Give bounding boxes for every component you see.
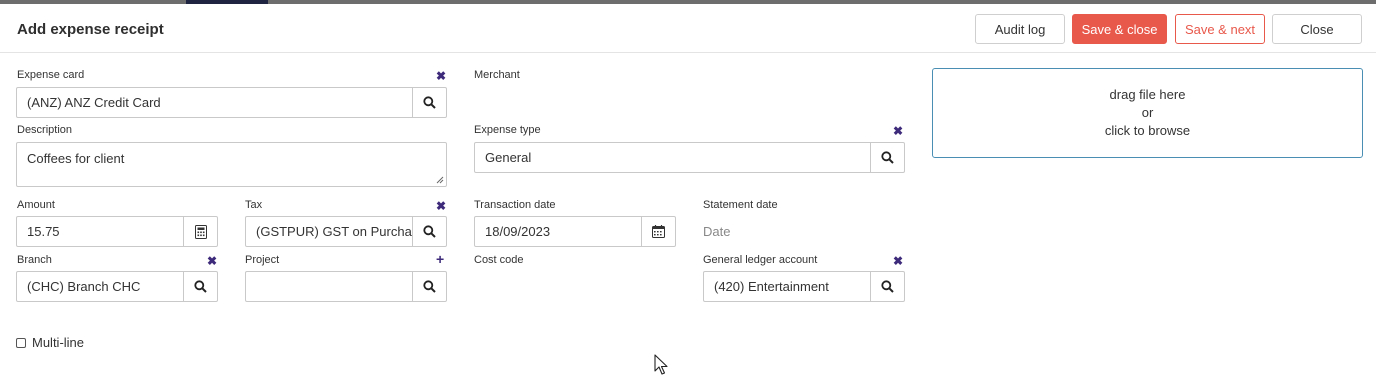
multi-line-label: Multi-line bbox=[32, 335, 85, 350]
expense-card-search-button[interactable] bbox=[412, 88, 446, 117]
mouse-pointer-icon bbox=[654, 354, 668, 375]
clear-gl-account-icon[interactable]: ✖ bbox=[893, 254, 903, 268]
expense-type-label: Expense type bbox=[474, 124, 541, 136]
expense-type-field[interactable]: General bbox=[474, 142, 905, 173]
audit-log-button[interactable]: Audit log bbox=[975, 14, 1065, 44]
description-label: Description bbox=[17, 124, 73, 136]
branch-search-button[interactable] bbox=[183, 272, 217, 301]
branch-value: (CHC) Branch CHC bbox=[27, 279, 141, 294]
gl-account-label: General ledger account bbox=[703, 254, 818, 266]
dropzone-line-2: or bbox=[1141, 105, 1154, 120]
tax-field[interactable]: (GSTPUR) GST on Purcha bbox=[245, 216, 447, 247]
expense-type-value: General bbox=[485, 150, 532, 165]
dropzone-line-3: click to browse bbox=[1104, 123, 1191, 138]
transaction-date-label: Transaction date bbox=[474, 199, 556, 211]
amount-label: Amount bbox=[17, 199, 55, 211]
search-icon bbox=[194, 280, 207, 293]
clear-branch-icon[interactable]: ✖ bbox=[207, 254, 217, 268]
branch-label: Branch bbox=[17, 254, 52, 266]
multi-line-option[interactable]: Multi-line bbox=[16, 335, 84, 350]
close-button[interactable]: Close bbox=[1272, 14, 1362, 44]
project-value bbox=[246, 272, 412, 301]
search-icon bbox=[423, 96, 436, 109]
save-close-button[interactable]: Save & close bbox=[1072, 14, 1167, 44]
expense-card-label: Expense card bbox=[17, 69, 85, 81]
cost-code-label: Cost code bbox=[474, 254, 524, 266]
project-search-button[interactable] bbox=[412, 272, 446, 301]
save-next-button[interactable]: Save & next bbox=[1175, 14, 1265, 44]
statement-date-label: Statement date bbox=[703, 199, 778, 211]
expense-card-value: (ANZ) ANZ Credit Card bbox=[27, 95, 161, 110]
search-icon bbox=[423, 280, 436, 293]
description-value: Coffees for client bbox=[27, 151, 125, 166]
dialog-title: Add expense receipt bbox=[17, 21, 164, 38]
expense-card-field[interactable]: (ANZ) ANZ Credit Card bbox=[16, 87, 447, 118]
calculator-icon bbox=[194, 224, 207, 239]
tax-value: (GSTPUR) GST on Purcha bbox=[256, 224, 412, 239]
project-label: Project bbox=[245, 254, 280, 266]
tax-label: Tax bbox=[245, 199, 263, 211]
dropzone-line-1: drag file here bbox=[1109, 87, 1186, 102]
branch-field[interactable]: (CHC) Branch CHC bbox=[16, 271, 218, 302]
transaction-date-value: 18/09/2023 bbox=[485, 224, 551, 239]
multi-line-checkbox[interactable] bbox=[16, 337, 26, 348]
file-dropzone[interactable]: drag file here or click to browse bbox=[932, 68, 1363, 158]
statement-date-input[interactable]: Date bbox=[703, 224, 730, 239]
amount-field[interactable]: 15.75 bbox=[16, 216, 218, 247]
clear-expense-type-icon[interactable]: ✖ bbox=[893, 124, 903, 138]
search-icon bbox=[881, 151, 894, 164]
clear-tax-icon[interactable]: ✖ bbox=[436, 199, 446, 213]
gl-account-value: (420) Entertainment bbox=[714, 279, 829, 294]
resize-grip-icon[interactable] bbox=[436, 176, 444, 184]
search-icon bbox=[423, 225, 436, 238]
gl-account-field[interactable]: (420) Entertainment bbox=[703, 271, 905, 302]
search-icon bbox=[881, 280, 894, 293]
expense-type-search-button[interactable] bbox=[870, 143, 904, 172]
amount-calculator-button[interactable] bbox=[183, 217, 217, 246]
clear-expense-card-icon[interactable]: ✖ bbox=[436, 69, 446, 83]
dialog-header: Add expense receipt Audit log Save & clo… bbox=[0, 4, 1376, 53]
transaction-date-field[interactable]: 18/09/2023 bbox=[474, 216, 676, 247]
calendar-icon bbox=[652, 225, 665, 238]
tax-search-button[interactable] bbox=[412, 217, 446, 246]
amount-value: 15.75 bbox=[27, 224, 60, 239]
description-textarea[interactable]: Coffees for client bbox=[16, 142, 447, 187]
transaction-date-calendar-button[interactable] bbox=[641, 217, 675, 246]
merchant-label: Merchant bbox=[474, 69, 520, 81]
project-field[interactable] bbox=[245, 271, 447, 302]
gl-account-search-button[interactable] bbox=[870, 272, 904, 301]
add-project-icon[interactable]: + bbox=[436, 251, 444, 267]
